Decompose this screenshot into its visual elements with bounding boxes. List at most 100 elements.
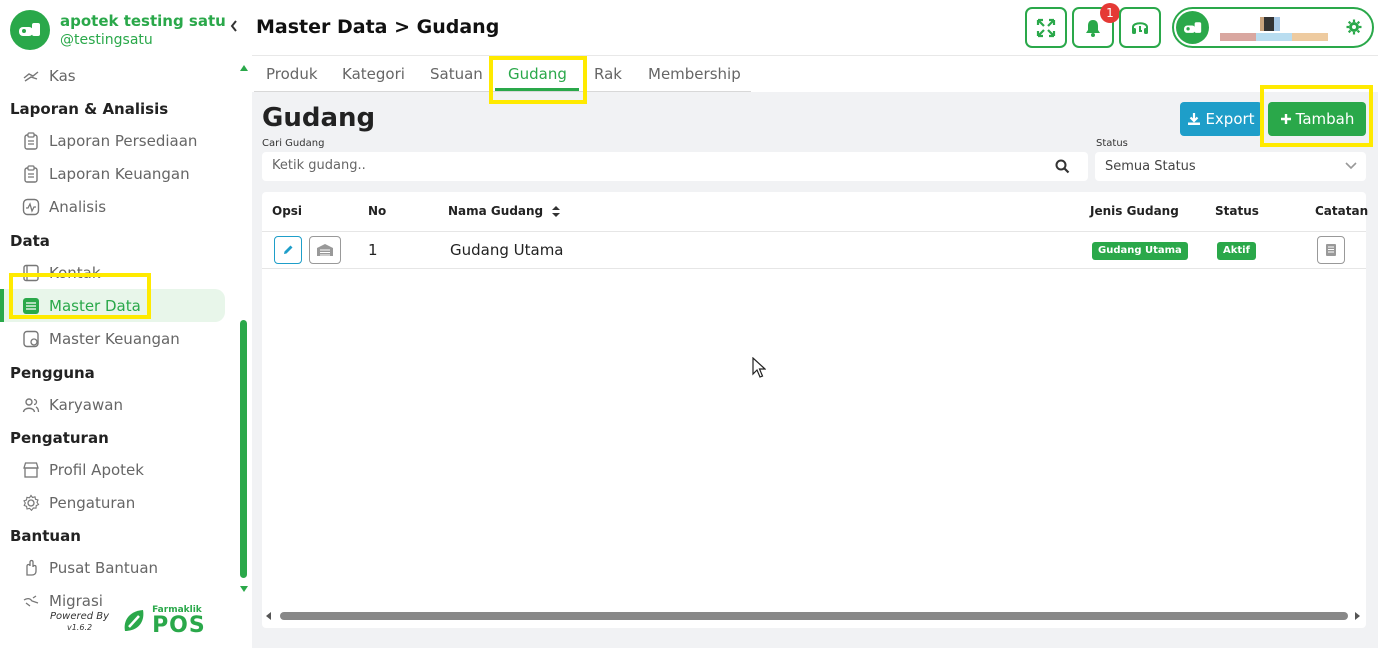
pos-brand-big: POS <box>152 613 206 638</box>
settings-gear-icon <box>1346 19 1362 35</box>
help-hand-icon <box>22 559 40 577</box>
sidebar-item-label: Karyawan <box>49 395 123 414</box>
table-horizontal-scrollbar[interactable] <box>262 609 1366 623</box>
export-label: Export <box>1205 110 1255 128</box>
expand-icon <box>1036 18 1056 37</box>
master-data-tabs: Produk Kategori Satuan Gudang Rak Member… <box>252 56 1378 92</box>
farmaklik-leaf-icon <box>124 609 144 631</box>
column-header-nama-gudang[interactable]: Nama Gudang <box>448 204 561 218</box>
tab-gudang[interactable]: Gudang <box>508 65 567 83</box>
sidebar-nav: Kas Laporan & Analisis Laporan Persediaa… <box>0 62 235 617</box>
redacted-user-info <box>1220 17 1328 41</box>
scroll-left-arrow-icon[interactable] <box>266 612 271 620</box>
brand-logo <box>10 10 50 50</box>
section-title-pengaturan: Pengaturan <box>10 429 109 447</box>
powered-by-label: Powered By <box>50 610 110 622</box>
sort-icon[interactable] <box>552 206 561 217</box>
tab-satuan[interactable]: Satuan <box>430 65 483 83</box>
scroll-down-arrow-icon[interactable] <box>240 586 248 592</box>
avatar <box>1176 11 1209 44</box>
fullscreen-button[interactable] <box>1025 7 1067 48</box>
profile-menu[interactable] <box>1172 7 1374 48</box>
sidebar-item-analisis[interactable]: Analisis <box>0 190 235 223</box>
sidebar-item-label: Pusat Bantuan <box>49 558 159 577</box>
status-selected-value: Semua Status <box>1105 159 1196 174</box>
support-button[interactable] <box>1119 7 1161 48</box>
sidebar-item-pusat-bantuan[interactable]: Pusat Bantuan <box>0 551 235 584</box>
chevron-down-icon <box>1345 162 1357 170</box>
app-version: v1.6.2 <box>66 622 93 632</box>
analytics-icon <box>22 198 40 216</box>
sidebar-item-label: Master Data <box>49 296 141 315</box>
sidebar-item-label: Kontak <box>49 263 101 282</box>
gudang-table: Opsi No Nama Gudang Jenis Gudang Status … <box>262 192 1369 628</box>
sidebar-scroll-thumb[interactable] <box>240 320 247 578</box>
status-badge: Aktif <box>1217 242 1256 260</box>
section-title-laporan: Laporan & Analisis <box>10 100 169 118</box>
column-header-no: No <box>368 204 387 218</box>
brand: apotek testing satu @testingsatu <box>10 10 226 50</box>
sidebar-item-pengaturan[interactable]: Pengaturan <box>0 486 235 519</box>
download-icon <box>1188 113 1201 125</box>
export-button[interactable]: Export <box>1180 102 1262 136</box>
scroll-right-arrow-icon[interactable] <box>1355 612 1360 620</box>
pencil-icon <box>284 245 293 254</box>
column-header-catatan: Catatan <box>1315 204 1369 218</box>
sidebar-item-master-data[interactable]: Master Data <box>0 289 225 322</box>
gear-icon <box>22 494 40 512</box>
cell-nama-gudang: Gudang Utama <box>450 241 564 259</box>
headset-icon <box>1132 21 1148 34</box>
search-box <box>262 152 1088 181</box>
add-button[interactable]: Tambah <box>1268 102 1366 136</box>
search-label: Cari Gudang <box>262 138 325 149</box>
sidebar-scrollbar[interactable] <box>238 62 250 594</box>
active-indicator <box>0 289 4 322</box>
farmaklik-pos-logo: Farmaklik POS <box>121 606 206 637</box>
sidebar-item-label: Profil Apotek <box>49 460 144 479</box>
sidebar-item-label: Laporan Persediaan <box>49 131 198 150</box>
database-icon <box>22 297 40 315</box>
tab-membership[interactable]: Membership <box>648 65 741 83</box>
warehouse-detail-button[interactable] <box>309 236 341 264</box>
scroll-up-arrow-icon[interactable] <box>240 65 248 71</box>
powered-by: Powered By v1.6.2 Farmaklik POS <box>50 606 206 637</box>
sidebar-item-master-keuangan[interactable]: Master Keuangan <box>0 322 235 355</box>
note-icon <box>1326 244 1336 256</box>
content-title: Gudang <box>262 103 376 133</box>
plus-icon <box>1280 114 1291 124</box>
sidebar-item-kas[interactable]: Kas <box>0 59 235 92</box>
sidebar-item-karyawan[interactable]: Karyawan <box>0 388 235 421</box>
table-header-divider <box>262 231 1366 232</box>
table-row-divider <box>262 268 1366 269</box>
tab-kategori[interactable]: Kategori <box>342 65 405 83</box>
sidebar-item-laporan-persediaan[interactable]: Laporan Persediaan <box>0 124 235 157</box>
tab-produk[interactable]: Produk <box>266 65 318 83</box>
bell-icon <box>1086 19 1100 37</box>
clipboard-icon <box>22 131 40 150</box>
tab-rak[interactable]: Rak <box>594 65 622 83</box>
notification-button[interactable]: 1 <box>1072 3 1120 48</box>
search-input[interactable] <box>272 158 1032 173</box>
sidebar-item-label: Analisis <box>49 197 107 216</box>
page-title: Master Data > Gudang <box>256 16 500 38</box>
mouse-cursor-icon <box>752 357 766 378</box>
status-select[interactable]: Semua Status <box>1095 152 1366 181</box>
sidebar-item-kontak[interactable]: Kontak <box>0 256 235 289</box>
sidebar: apotek testing satu @testingsatu Kas Lap… <box>0 0 252 648</box>
sidebar-item-profil-apotek[interactable]: Profil Apotek <box>0 453 235 486</box>
jenis-gudang-badge: Gudang Utama <box>1092 242 1188 260</box>
finance-icon <box>22 330 40 348</box>
search-icon[interactable] <box>1055 159 1070 174</box>
tabs-divider <box>254 91 751 92</box>
note-button[interactable] <box>1317 236 1345 264</box>
brand-handle: @testingsatu <box>60 32 153 48</box>
horizontal-scroll-thumb[interactable] <box>280 612 1348 620</box>
edit-button[interactable] <box>274 236 302 264</box>
migrate-icon <box>22 592 40 610</box>
collapse-sidebar-button[interactable] <box>230 20 238 36</box>
brand-name: apotek testing satu <box>60 12 226 30</box>
contact-book-icon <box>22 264 40 282</box>
active-tab-indicator <box>495 88 579 91</box>
sidebar-item-label: Laporan Keuangan <box>49 164 190 183</box>
sidebar-item-laporan-keuangan[interactable]: Laporan Keuangan <box>0 157 235 190</box>
